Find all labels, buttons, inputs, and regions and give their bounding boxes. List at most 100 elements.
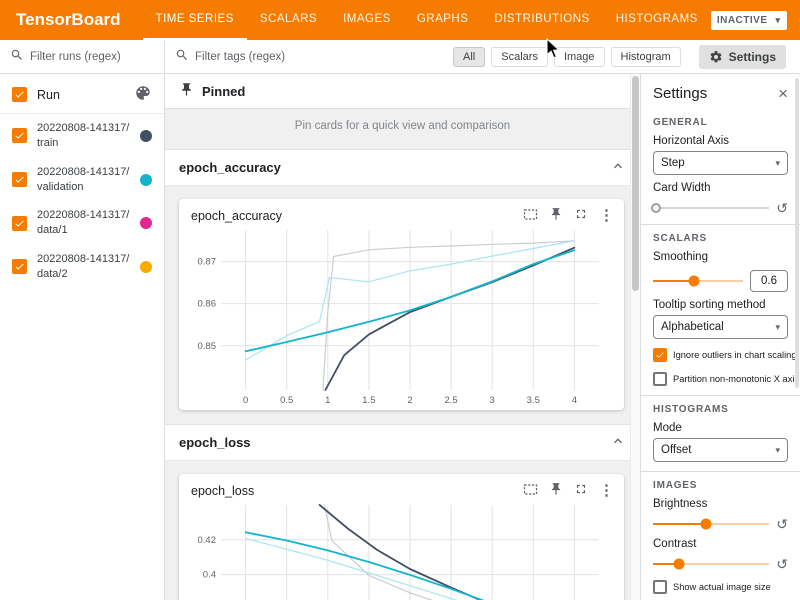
run-label: 20220808-141317/data/1 <box>37 208 130 238</box>
smoothing-input[interactable] <box>750 270 788 292</box>
reload-status-dropdown[interactable]: INACTIVE ▾ <box>711 11 787 30</box>
contrast-slider[interactable] <box>653 558 769 570</box>
run-label: 20220808-141317/data/2 <box>37 252 130 282</box>
show-actual-size-checkbox[interactable] <box>653 580 667 594</box>
run-row[interactable]: 20220808-141317/validation <box>0 158 164 202</box>
tab-histograms[interactable]: HISTOGRAMS <box>603 0 711 40</box>
show-actual-size-row[interactable]: Show actual image size <box>653 580 788 594</box>
brightness-slider[interactable] <box>653 518 769 530</box>
fit-to-data-icon[interactable] <box>523 208 538 224</box>
slider-thumb[interactable] <box>701 519 712 530</box>
card-title: epoch_loss <box>191 484 254 498</box>
main-scrollbar-thumb[interactable] <box>632 76 639 291</box>
ignore-outliers-row[interactable]: Ignore outliers in chart scaling <box>653 348 788 362</box>
runs-header-row: Run <box>0 74 164 114</box>
partition-x-row[interactable]: Partition non-monotonic X axis <box>653 371 788 386</box>
runs-list: 20220808-141317/train 20220808-141317/va… <box>0 114 164 289</box>
chevron-down-icon: ▾ <box>775 322 780 333</box>
scalars-heading: SCALARS <box>653 233 788 244</box>
runs-filter-input[interactable] <box>30 51 154 63</box>
histogram-mode-select[interactable]: Offset ▾ <box>653 438 788 462</box>
select-all-runs-checkbox[interactable] <box>12 87 27 102</box>
run-row[interactable]: 20220808-141317/data/1 <box>0 201 164 245</box>
more-options-icon[interactable]: ⋮ <box>599 208 614 223</box>
settings-button[interactable]: Settings <box>699 45 786 69</box>
pin-icon[interactable] <box>549 207 563 224</box>
images-heading: IMAGES <box>653 480 788 491</box>
slider-thumb[interactable] <box>651 203 661 213</box>
filter-chip-all[interactable]: All <box>453 47 485 67</box>
horizontal-axis-value: Step <box>661 157 685 169</box>
epoch-loss-chart[interactable]: 00.511.522.533.540.360.380.40.42 <box>181 499 611 600</box>
run-label: 20220808-141317/train <box>37 121 130 151</box>
ignore-outliers-checkbox[interactable] <box>653 348 667 362</box>
tab-scalars[interactable]: SCALARS <box>247 0 330 40</box>
card-width-slider[interactable] <box>653 202 769 214</box>
runs-sidebar: Run 20220808-141317/train 20220808-14131… <box>0 40 165 600</box>
run-checkbox[interactable] <box>12 128 27 143</box>
section-title: epoch_loss <box>179 435 251 450</box>
slider-thumb[interactable] <box>688 276 699 287</box>
section-title: epoch_accuracy <box>179 160 281 175</box>
settings-button-label: Settings <box>729 50 776 64</box>
horizontal-axis-select[interactable]: Step ▾ <box>653 151 788 175</box>
fullscreen-icon[interactable] <box>574 207 588 224</box>
slider-thumb[interactable] <box>673 559 684 570</box>
section-header-epoch-loss[interactable]: epoch_loss <box>165 424 640 461</box>
svg-text:0.87: 0.87 <box>198 257 217 268</box>
run-color-dot <box>140 130 152 142</box>
card-actions: ⋮ <box>523 482 614 499</box>
settings-scrollbar-thumb[interactable] <box>795 78 799 388</box>
chevron-down-icon: ▾ <box>775 445 780 456</box>
runs-filter <box>0 40 164 74</box>
more-options-icon[interactable]: ⋮ <box>599 483 614 498</box>
tab-graphs[interactable]: GRAPHS <box>404 0 482 40</box>
settings-scrollbar[interactable] <box>794 74 800 600</box>
partition-x-checkbox[interactable] <box>653 372 667 386</box>
run-row[interactable]: 20220808-141317/data/2 <box>0 245 164 289</box>
tab-time-series[interactable]: TIME SERIES <box>143 0 247 40</box>
card-title: epoch_accuracy <box>191 209 282 223</box>
contrast-label: Contrast <box>653 538 788 550</box>
chevron-up-icon[interactable] <box>610 158 626 177</box>
settings-title: Settings <box>653 85 707 102</box>
reset-icon[interactable]: ↺ <box>776 201 788 215</box>
tab-images[interactable]: IMAGES <box>330 0 404 40</box>
main-scrollbar[interactable] <box>630 74 640 600</box>
svg-text:3.5: 3.5 <box>527 395 540 406</box>
smoothing-slider[interactable] <box>653 275 743 287</box>
histograms-heading: HISTOGRAMS <box>653 404 788 415</box>
run-checkbox[interactable] <box>12 172 27 187</box>
horizontal-axis-label: Horizontal Axis <box>653 135 788 147</box>
histogram-mode-label: Mode <box>653 422 788 434</box>
svg-text:1.5: 1.5 <box>362 395 375 406</box>
filter-chip-scalars[interactable]: Scalars <box>491 47 548 67</box>
chevron-up-icon[interactable] <box>610 433 626 452</box>
filter-chip-image[interactable]: Image <box>554 47 605 67</box>
reset-icon[interactable]: ↺ <box>776 557 788 571</box>
partition-x-label: Partition non-monotonic X axis <box>673 374 799 384</box>
cards-scroll-area: Pinned Pin cards for a quick view and co… <box>165 74 640 600</box>
tag-filter-input[interactable] <box>195 51 447 63</box>
epoch-accuracy-chart[interactable]: 00.511.522.533.540.850.860.87 <box>181 224 611 410</box>
fullscreen-icon[interactable] <box>574 482 588 499</box>
tab-distributions[interactable]: DISTRIBUTIONS <box>481 0 602 40</box>
brightness-label: Brightness <box>653 498 788 510</box>
general-heading: GENERAL <box>653 117 788 128</box>
svg-text:0: 0 <box>243 395 248 406</box>
run-row[interactable]: 20220808-141317/train <box>0 114 164 158</box>
tooltip-sorting-select[interactable]: Alphabetical ▾ <box>653 315 788 339</box>
pin-icon[interactable] <box>549 482 563 499</box>
run-color-dot <box>140 174 152 186</box>
filter-chip-histogram[interactable]: Histogram <box>611 47 681 67</box>
run-checkbox[interactable] <box>12 259 27 274</box>
fit-to-data-icon[interactable] <box>523 483 538 499</box>
reload-status-value: INACTIVE <box>717 15 768 26</box>
svg-text:2: 2 <box>407 395 412 406</box>
chevron-down-icon: ▾ <box>775 158 780 169</box>
close-icon[interactable]: × <box>778 85 788 102</box>
run-checkbox[interactable] <box>12 216 27 231</box>
section-header-epoch-accuracy[interactable]: epoch_accuracy <box>165 149 640 186</box>
reset-icon[interactable]: ↺ <box>776 517 788 531</box>
palette-icon[interactable] <box>134 84 152 105</box>
